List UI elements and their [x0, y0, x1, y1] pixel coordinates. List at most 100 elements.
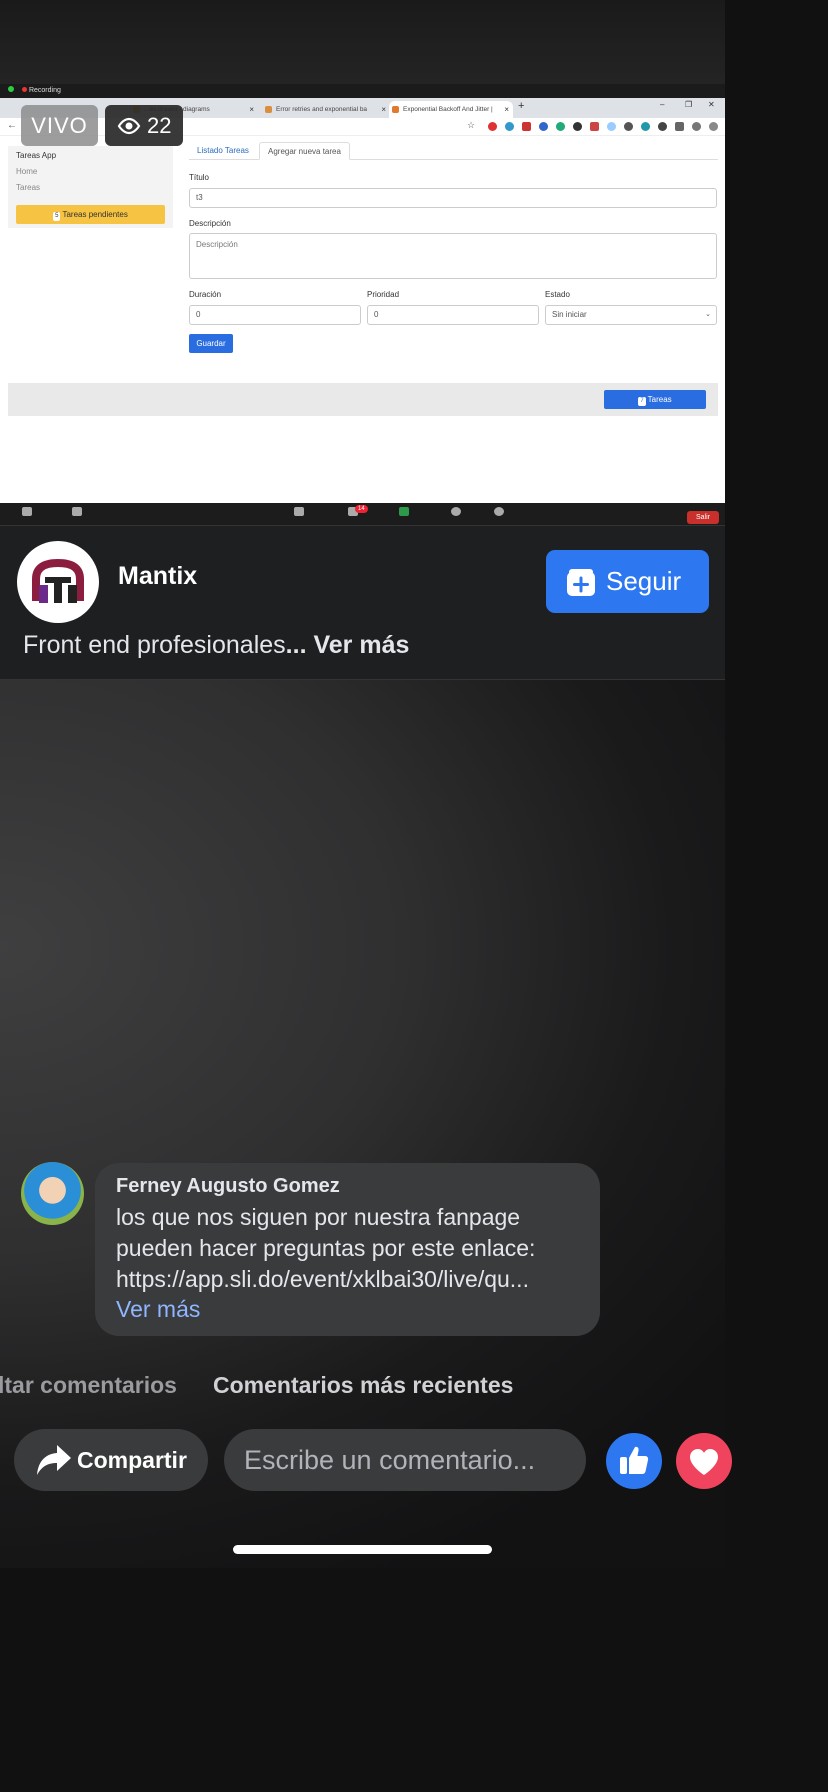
extension-icon[interactable] — [607, 122, 616, 131]
extension-icon[interactable] — [573, 122, 582, 131]
shared-screen: ...es.drawio - diagrams × Error retries … — [0, 98, 725, 503]
menu-kebab-icon[interactable] — [709, 122, 718, 131]
video-camera-icon[interactable] — [72, 507, 82, 516]
love-button[interactable] — [676, 1433, 732, 1489]
profile-avatar-icon[interactable] — [692, 122, 701, 131]
eye-icon — [117, 117, 141, 135]
commenter-avatar[interactable] — [21, 1162, 84, 1225]
close-icon[interactable]: × — [249, 101, 254, 118]
extension-icon[interactable] — [641, 122, 650, 131]
live-badge: VIVO — [21, 105, 98, 146]
sort-option-hide-comments[interactable]: ltar comentarios — [0, 1372, 177, 1399]
extension-icon[interactable] — [624, 122, 633, 131]
comment-author[interactable]: Ferney Augusto Gomez — [116, 1175, 340, 1198]
heart-icon — [690, 1449, 718, 1475]
comment-text-line: los que nos siguen por nuestra fanpage — [116, 1204, 521, 1230]
browser-tab[interactable]: Error retries and exponential ba × — [262, 101, 390, 118]
sidebar-item-home[interactable]: Home — [16, 167, 37, 176]
leave-button[interactable]: Salir — [687, 511, 719, 524]
recording-dot-icon — [21, 87, 27, 92]
share-arrow-icon — [37, 1445, 71, 1475]
like-button[interactable] — [606, 1433, 662, 1489]
sort-option-recent[interactable]: Comentarios más recientes — [213, 1372, 513, 1399]
descripcion-label: Descripción — [189, 219, 231, 228]
recording-label: Recording — [28, 87, 61, 94]
app-tabs: Listado Tareas Agregar nueva tarea — [189, 142, 718, 160]
estado-selected-value: Sin iniciar — [552, 310, 587, 319]
tab-agregar-nueva-tarea[interactable]: Agregar nueva tarea — [259, 142, 350, 160]
duracion-input[interactable]: 0 — [189, 305, 361, 325]
participants-icon[interactable] — [294, 507, 304, 516]
browser-tab-label: Exponential Backoff And Jitter | — [403, 106, 493, 113]
estado-select[interactable]: Sin iniciar ⌄ — [545, 305, 717, 325]
minimize-icon[interactable]: – — [660, 100, 664, 109]
page-avatar[interactable] — [17, 541, 99, 623]
titulo-input[interactable]: t3 — [189, 188, 717, 208]
close-icon[interactable]: × — [381, 101, 386, 118]
app-footer: 7 Tareas — [8, 383, 718, 416]
page-header: Mantix Seguir Front end profesionales...… — [0, 525, 725, 680]
descripcion-textarea[interactable]: Descripción — [189, 233, 717, 279]
viewer-count-badge: 22 — [105, 105, 183, 146]
app-title: Tareas App — [16, 151, 57, 160]
star-icon[interactable]: ☆ — [467, 120, 476, 130]
restore-icon[interactable]: ❐ — [685, 100, 692, 109]
shield-icon — [8, 86, 14, 92]
titulo-label: Título — [189, 173, 210, 182]
tareas-count-badge: 7 — [638, 397, 646, 406]
extension-icon[interactable] — [590, 122, 599, 131]
browser-tab-label: Error retries and exponential ba — [276, 106, 368, 113]
tareas-button-label: Tareas — [647, 395, 672, 404]
tab-listado-tareas[interactable]: Listado Tareas — [189, 142, 257, 160]
browser-tab-active[interactable]: Exponential Backoff And Jitter | × — [389, 101, 513, 118]
page-name[interactable]: Mantix — [118, 562, 197, 591]
follow-button[interactable]: Seguir — [546, 550, 709, 613]
back-arrow-icon[interactable]: ← — [7, 120, 17, 131]
comment-text-line: pueden hacer preguntas por este enlace: — [116, 1235, 536, 1261]
comment-see-more-link[interactable]: Ver más — [116, 1296, 200, 1323]
pending-tasks-button[interactable]: 5 Tareas pendientes — [16, 205, 165, 224]
extension-icon[interactable] — [539, 122, 548, 131]
comment-text-line[interactable]: https://app.sli.do/event/xklbai30/live/q… — [116, 1266, 529, 1293]
chevron-down-icon: ⌄ — [705, 311, 711, 318]
recording-bar: Recording — [0, 84, 725, 98]
tareas-button[interactable]: 7 Tareas — [604, 390, 706, 409]
page-description-text: Front end profesionales — [23, 631, 286, 659]
close-icon[interactable]: × — [504, 101, 509, 118]
guardar-button[interactable]: Guardar — [189, 334, 233, 353]
home-indicator[interactable] — [233, 1545, 492, 1554]
estado-label: Estado — [545, 290, 570, 299]
extension-icon[interactable] — [488, 122, 497, 131]
comment-bubble: Ferney Augusto Gomez los que nos siguen … — [95, 1163, 600, 1336]
chat-badge: 14 — [355, 505, 368, 513]
follow-label: Seguir — [606, 566, 682, 596]
share-button[interactable]: Compartir — [14, 1429, 208, 1491]
window-close-icon[interactable]: ✕ — [708, 100, 715, 109]
cast-icon[interactable] — [675, 122, 684, 131]
stream-top-area — [0, 0, 725, 84]
comment-sort-row: ltar comentarios Comentarios más recient… — [0, 1372, 725, 1402]
extension-icon[interactable] — [505, 122, 514, 131]
follow-plus-icon — [567, 569, 595, 596]
extension-icon[interactable] — [556, 122, 565, 131]
puzzle-icon[interactable] — [658, 122, 667, 131]
favicon-icon — [265, 106, 272, 113]
zoom-toolbar: 14 Salir — [0, 503, 725, 525]
share-screen-icon[interactable] — [399, 507, 409, 516]
pending-tasks-label: Tareas pendientes — [62, 210, 128, 219]
share-label: Compartir — [77, 1447, 187, 1473]
duracion-label: Duración — [189, 290, 222, 299]
prioridad-input[interactable]: 0 — [367, 305, 539, 325]
reactions-icon[interactable] — [494, 507, 504, 516]
new-tab-plus-icon[interactable]: + — [518, 100, 524, 112]
prioridad-label: Prioridad — [367, 290, 400, 299]
see-more-link[interactable]: Ver más — [313, 631, 409, 659]
viewer-count: 22 — [147, 113, 172, 138]
record-icon[interactable] — [451, 507, 461, 516]
extension-icon[interactable] — [522, 122, 531, 131]
comment-input[interactable]: Escribe un comentario... — [224, 1429, 586, 1491]
page-description: Front end profesionales... Ver más — [23, 631, 409, 660]
microphone-icon[interactable] — [22, 507, 32, 516]
mantix-logo — [32, 558, 84, 603]
sidebar-item-tareas[interactable]: Tareas — [16, 183, 40, 192]
